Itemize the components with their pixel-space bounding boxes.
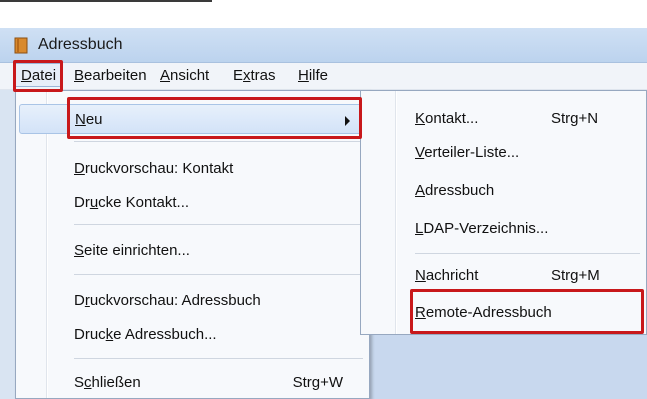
menu-item-label: Druckvorschau: Kontakt xyxy=(74,160,234,177)
menu-item-label: Adressbuch xyxy=(415,182,495,199)
menu-item-label: Drucke Adressbuch... xyxy=(74,326,217,343)
menu-item-label: Kontakt... xyxy=(415,110,479,127)
menu-separator xyxy=(415,253,640,254)
menu-item-shortcut: Strg+N xyxy=(551,110,599,127)
highlight-box-datei xyxy=(13,60,63,92)
menu-item-label: Nachricht xyxy=(415,267,479,284)
window-title: Adressbuch xyxy=(38,36,123,53)
highlight-box-remote-adressbuch xyxy=(410,289,644,334)
menu-item-kontakt[interactable]: Kontakt... Strg+N xyxy=(361,105,646,135)
menu-item-schliessen[interactable]: Schließen Strg+W xyxy=(16,368,369,398)
menu-item-label: LDAP-Verzeichnis... xyxy=(415,220,549,237)
menu-item-label: Druckvorschau: Adressbuch xyxy=(74,292,261,309)
menu-item-label: Drucke Kontakt... xyxy=(74,194,190,211)
menu-hilfe[interactable]: Hilfe xyxy=(298,67,328,84)
menu-item-verteiler-liste[interactable]: Verteiler-Liste... xyxy=(361,139,646,169)
menu-item-ldap-verzeichnis[interactable]: LDAP-Verzeichnis... xyxy=(361,215,646,245)
menu-bar: Datei Bearbeiten Ansicht Extras Hilfe xyxy=(0,63,647,90)
menu-item-drucke-kontakt[interactable]: Drucke Kontakt... xyxy=(16,188,369,218)
menu-item-label: Verteiler-Liste... xyxy=(415,144,520,161)
highlight-box-neu xyxy=(67,97,362,139)
menu-separator xyxy=(74,274,363,275)
menu-item-nachricht[interactable]: Nachricht Strg+M xyxy=(361,262,646,292)
menu-item-seite-einrichten[interactable]: Seite einrichten... xyxy=(16,236,369,266)
address-book-icon xyxy=(14,37,28,54)
menu-item-shortcut: Strg+W xyxy=(292,374,343,391)
menu-separator xyxy=(74,358,363,359)
menu-item-druckvorschau-kontakt[interactable]: Druckvorschau: Kontakt xyxy=(16,154,369,184)
content-panel xyxy=(370,335,647,399)
menu-item-adressbuch[interactable]: Adressbuch xyxy=(361,177,646,207)
menu-item-shortcut: Strg+M xyxy=(551,267,600,284)
menu-separator xyxy=(74,224,363,225)
menu-item-drucke-adressbuch[interactable]: Drucke Adressbuch... xyxy=(16,320,369,350)
title-bar: Adressbuch xyxy=(0,28,647,63)
menu-ansicht[interactable]: Ansicht xyxy=(160,67,209,84)
menu-bearbeiten[interactable]: Bearbeiten xyxy=(74,67,147,84)
menu-item-druckvorschau-adressbuch[interactable]: Druckvorschau: Adressbuch xyxy=(16,286,369,316)
menu-item-label: Seite einrichten... xyxy=(74,242,190,259)
top-edge-line xyxy=(0,0,212,2)
menu-separator xyxy=(74,141,363,142)
menu-item-label: Schließen xyxy=(74,374,141,391)
menu-extras[interactable]: Extras xyxy=(233,67,276,84)
